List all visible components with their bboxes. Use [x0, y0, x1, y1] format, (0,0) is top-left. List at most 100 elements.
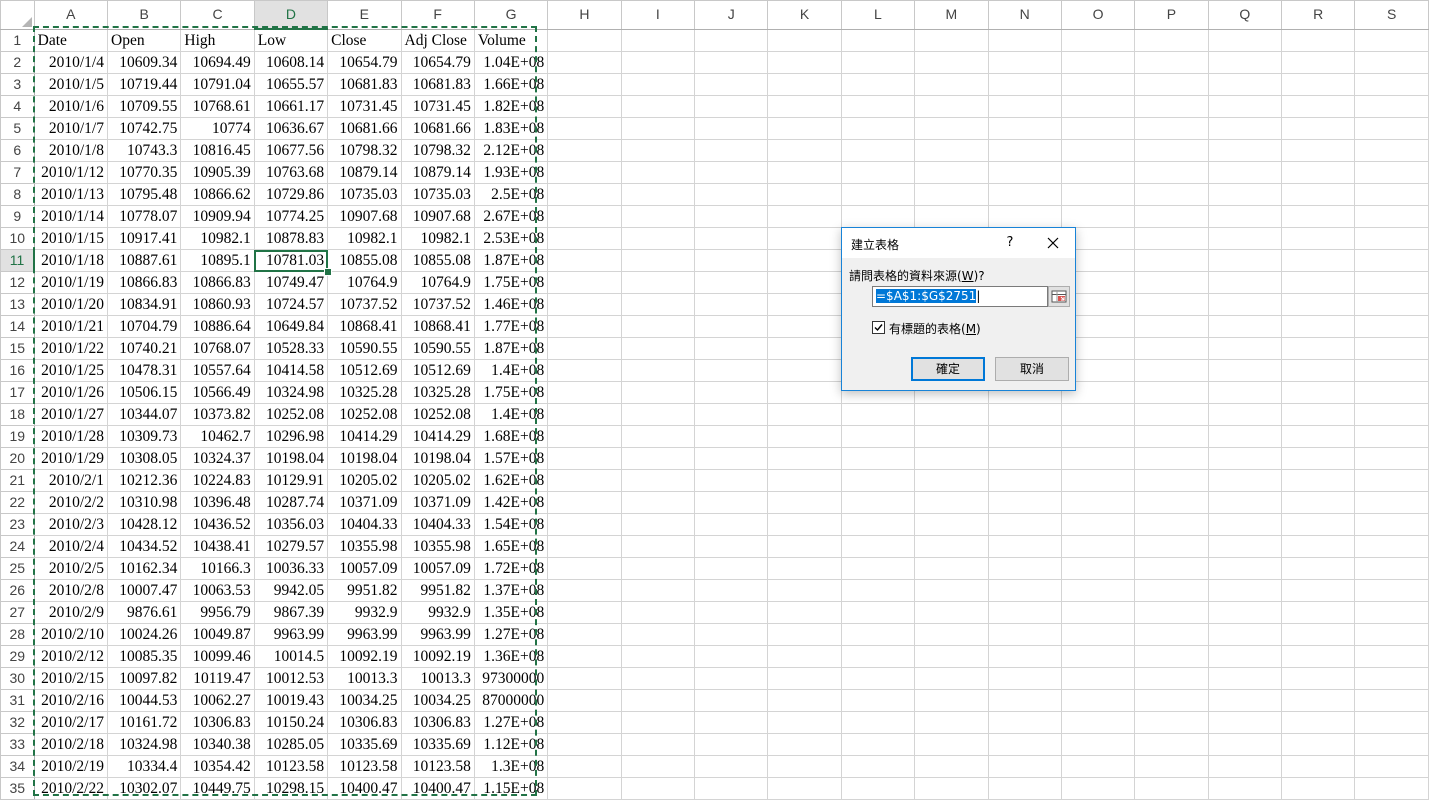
empty-cell[interactable]: [1060, 491, 1136, 514]
empty-cell[interactable]: [1354, 579, 1429, 602]
empty-cell[interactable]: [840, 139, 916, 162]
help-button[interactable]: ?: [1000, 232, 1020, 254]
data-cell[interactable]: 9956.79: [180, 601, 255, 624]
empty-cell[interactable]: [1280, 711, 1356, 734]
empty-cell[interactable]: [547, 359, 622, 382]
ok-button[interactable]: 確定: [911, 357, 985, 381]
data-cell[interactable]: 10731.45: [400, 95, 475, 118]
empty-cell[interactable]: [767, 315, 842, 338]
empty-cell[interactable]: [987, 579, 1062, 602]
data-cell[interactable]: 10781.03: [253, 249, 329, 272]
empty-cell[interactable]: [693, 777, 769, 800]
data-cell[interactable]: 10764.9: [327, 271, 402, 294]
data-cell[interactable]: 10205.02: [400, 469, 475, 492]
empty-cell[interactable]: [1207, 183, 1283, 206]
data-cell[interactable]: 2010/2/5: [33, 557, 109, 580]
empty-cell[interactable]: [1280, 491, 1356, 514]
data-cell[interactable]: 2010/1/25: [33, 359, 109, 382]
empty-cell[interactable]: [914, 645, 989, 668]
empty-cell[interactable]: [987, 491, 1062, 514]
data-cell[interactable]: 10608.14: [253, 51, 329, 74]
empty-cell[interactable]: [1060, 95, 1136, 118]
fill-handle[interactable]: [323, 267, 332, 276]
empty-cell[interactable]: [620, 117, 696, 140]
empty-cell[interactable]: [620, 293, 696, 316]
data-cell[interactable]: 10036.33: [253, 557, 329, 580]
empty-cell[interactable]: [987, 73, 1062, 96]
data-cell[interactable]: 10878.83: [253, 227, 329, 250]
empty-cell[interactable]: [1134, 689, 1209, 712]
empty-cell[interactable]: [914, 425, 989, 448]
data-cell[interactable]: 10512.69: [327, 359, 402, 382]
empty-cell[interactable]: [767, 271, 842, 294]
data-cell[interactable]: 10868.41: [327, 315, 402, 338]
data-cell[interactable]: 1.15E+08: [473, 777, 549, 800]
column-header-r[interactable]: R: [1280, 0, 1356, 30]
empty-cell[interactable]: [1280, 73, 1356, 96]
empty-cell[interactable]: [547, 205, 622, 228]
empty-cell[interactable]: [767, 51, 842, 74]
empty-cell[interactable]: [840, 73, 916, 96]
empty-cell[interactable]: [1354, 183, 1429, 206]
row-header[interactable]: 15: [0, 337, 35, 360]
data-cell[interactable]: 10092.19: [327, 645, 402, 668]
data-cell[interactable]: 2010/2/9: [33, 601, 109, 624]
row-header[interactable]: 28: [0, 623, 35, 646]
row-header[interactable]: 19: [0, 425, 35, 448]
data-cell[interactable]: 10590.55: [400, 337, 475, 360]
data-cell[interactable]: 10298.15: [253, 777, 329, 800]
empty-cell[interactable]: [620, 689, 696, 712]
row-header[interactable]: 7: [0, 161, 35, 184]
row-header[interactable]: 18: [0, 403, 35, 426]
empty-cell[interactable]: [547, 733, 622, 756]
empty-cell[interactable]: [620, 227, 696, 250]
empty-cell[interactable]: [767, 535, 842, 558]
empty-cell[interactable]: [767, 711, 842, 734]
row-header[interactable]: 21: [0, 469, 35, 492]
data-cell[interactable]: 10371.09: [327, 491, 402, 514]
data-cell[interactable]: 10308.05: [106, 447, 182, 470]
empty-cell[interactable]: [767, 689, 842, 712]
empty-cell[interactable]: [987, 205, 1062, 228]
empty-cell[interactable]: [620, 469, 696, 492]
empty-cell[interactable]: [1280, 183, 1356, 206]
data-cell[interactable]: 10123.58: [253, 755, 329, 778]
data-cell[interactable]: 10097.82: [106, 667, 182, 690]
empty-cell[interactable]: [840, 689, 916, 712]
empty-cell[interactable]: [767, 425, 842, 448]
data-cell[interactable]: 2010/1/12: [33, 161, 109, 184]
empty-cell[interactable]: [1207, 359, 1283, 382]
empty-cell[interactable]: [914, 183, 989, 206]
data-cell[interactable]: 10982.1: [327, 227, 402, 250]
data-cell[interactable]: 9932.9: [327, 601, 402, 624]
empty-cell[interactable]: [693, 469, 769, 492]
empty-cell[interactable]: [1134, 271, 1209, 294]
data-cell[interactable]: 1.57E+08: [473, 447, 549, 470]
empty-cell[interactable]: [547, 535, 622, 558]
data-cell[interactable]: 2010/1/15: [33, 227, 109, 250]
row-header[interactable]: 27: [0, 601, 35, 624]
data-cell[interactable]: 10905.39: [180, 161, 255, 184]
row-header[interactable]: 3: [0, 73, 35, 96]
empty-cell[interactable]: [1134, 469, 1209, 492]
empty-cell[interactable]: [547, 623, 622, 646]
empty-cell[interactable]: [1354, 381, 1429, 404]
empty-cell[interactable]: [987, 535, 1062, 558]
data-cell[interactable]: 2010/1/4: [33, 51, 109, 74]
row-header[interactable]: 12: [0, 271, 35, 294]
data-cell[interactable]: 10763.68: [253, 161, 329, 184]
empty-cell[interactable]: [1280, 777, 1356, 800]
data-cell[interactable]: 10774: [180, 117, 255, 140]
empty-cell[interactable]: [1354, 667, 1429, 690]
data-cell[interactable]: 10478.31: [106, 359, 182, 382]
empty-cell[interactable]: [1207, 95, 1283, 118]
empty-cell[interactable]: [987, 557, 1062, 580]
empty-cell[interactable]: [620, 491, 696, 514]
empty-cell[interactable]: [693, 667, 769, 690]
empty-cell[interactable]: [767, 513, 842, 536]
empty-cell[interactable]: [693, 51, 769, 74]
empty-cell[interactable]: [620, 161, 696, 184]
data-cell[interactable]: 2010/2/10: [33, 623, 109, 646]
empty-cell[interactable]: [547, 425, 622, 448]
data-cell[interactable]: 10982.1: [180, 227, 255, 250]
